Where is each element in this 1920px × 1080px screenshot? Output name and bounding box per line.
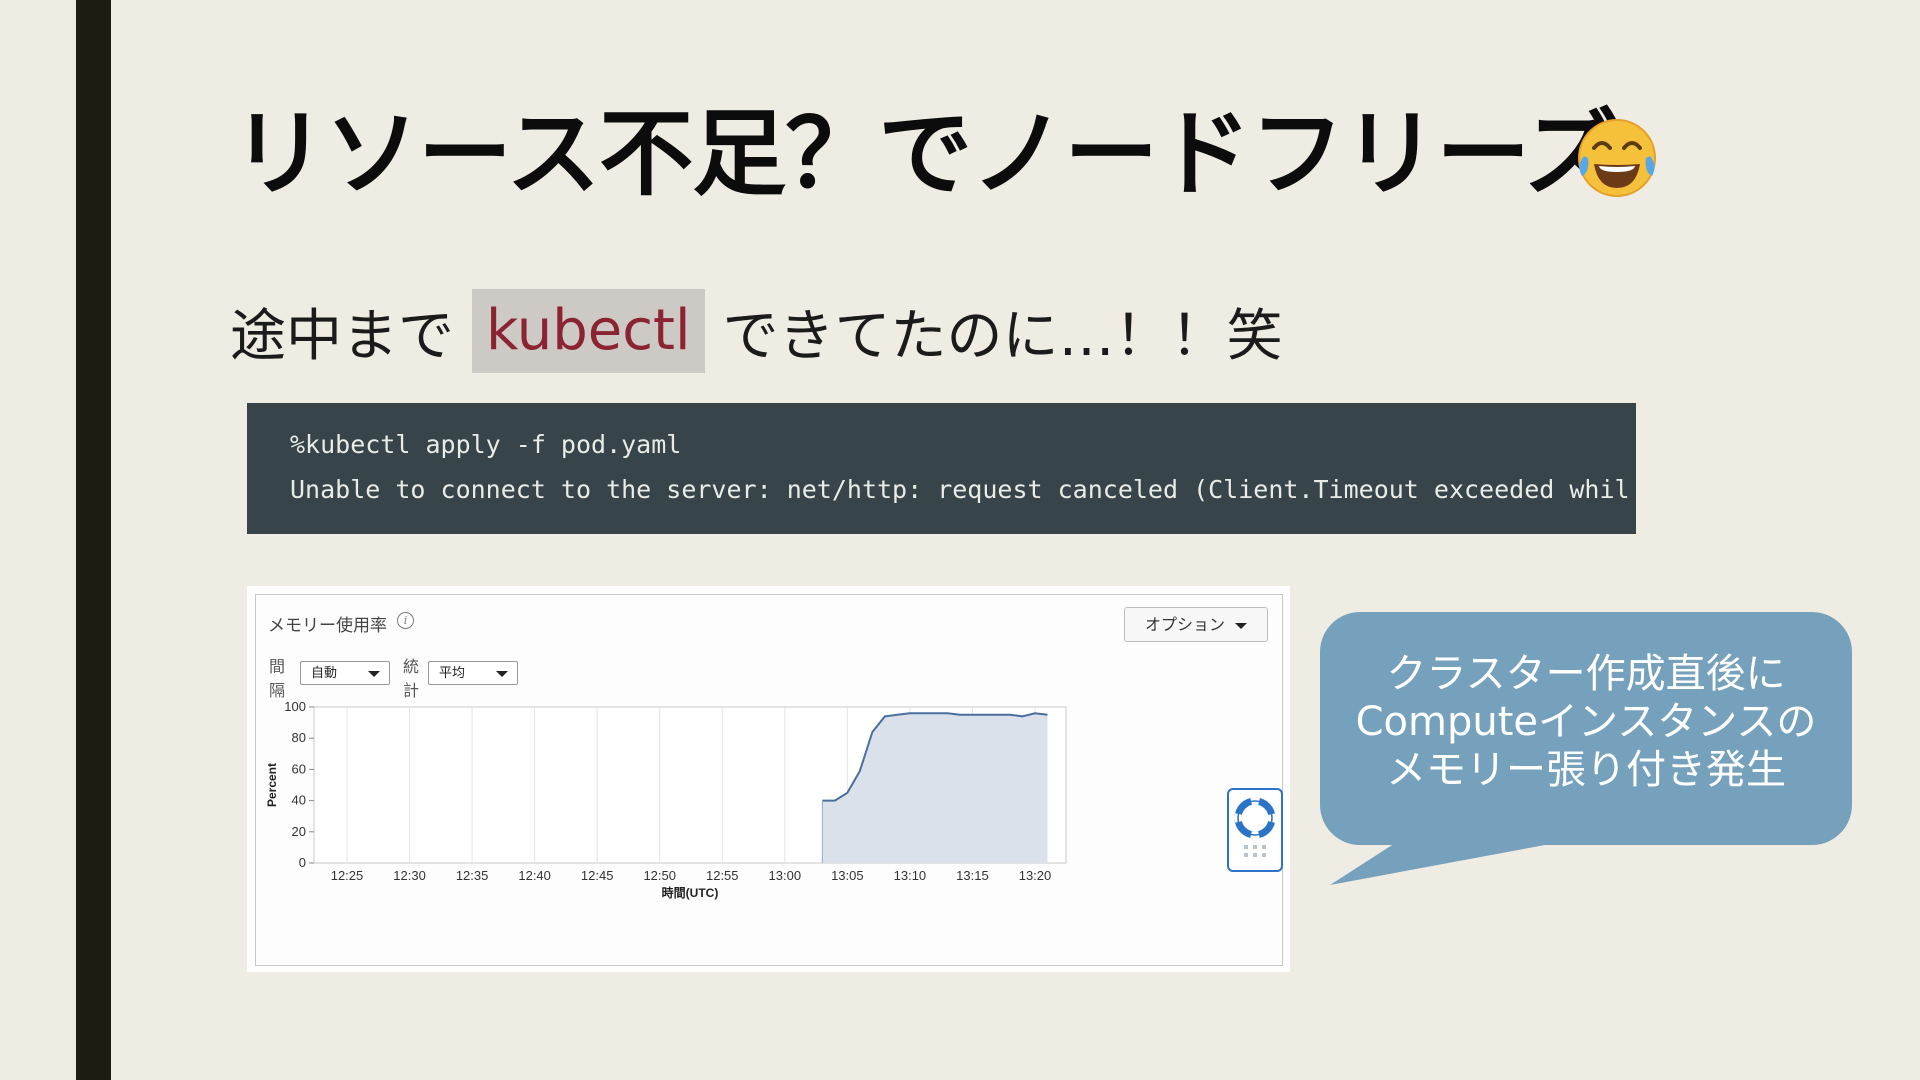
x-tick-label: 12:55 bbox=[706, 868, 739, 883]
subtitle-prefix: 途中まで bbox=[230, 303, 454, 369]
memory-usage-chart: 12:25 12:30 12:35 12:40 12:45 12:50 12:55 13:00… bbox=[265, 699, 1067, 900]
lifebuoy-icon bbox=[1234, 797, 1276, 857]
left-accent-bar bbox=[76, 0, 111, 1080]
x-tick-label: 13:05 bbox=[831, 868, 864, 883]
bubble-line-2: Computeインスタンスの bbox=[1355, 699, 1817, 745]
code-line-error: Unable to connect to the server: net/htt… bbox=[290, 475, 1630, 504]
speech-bubble-text: クラスター作成直後に Computeインスタンスの メモリー張り付き発生 bbox=[1320, 650, 1852, 794]
help-widget[interactable] bbox=[1227, 788, 1283, 872]
y-tick-label: 100 bbox=[284, 699, 306, 714]
x-axis-label: 時間(UTC) bbox=[662, 885, 719, 900]
y-axis-label: Percent bbox=[265, 763, 279, 807]
subtitle-suffix: できてたのに…！！笑 bbox=[722, 303, 1283, 369]
x-tick-label: 12:40 bbox=[518, 868, 551, 883]
y-tick-label: 0 bbox=[299, 855, 306, 870]
terminal-code-block: %kubectl apply -f pod.yaml Unable to con… bbox=[247, 403, 1636, 534]
x-tick-label: 13:00 bbox=[769, 868, 802, 883]
bubble-line-1: クラスター作成直後に bbox=[1386, 651, 1786, 697]
slide-title: リソース不足？でノードフリーズ bbox=[232, 100, 1619, 209]
slide-subtitle: 途中まで kubectl できてたのに…！！笑 bbox=[230, 288, 1283, 374]
y-tick-label: 80 bbox=[292, 730, 306, 745]
x-tick-label: 12:25 bbox=[331, 868, 364, 883]
memory-usage-console-screenshot: メモリー使用率 i オプション 間 隔 自動 統 計 平均 12:25 12:30… bbox=[247, 586, 1290, 972]
x-tick-label: 12:45 bbox=[581, 868, 614, 883]
code-line-command: %kubectl apply -f pod.yaml bbox=[290, 430, 682, 459]
x-tick-label: 12:30 bbox=[393, 868, 426, 883]
y-tick-label: 40 bbox=[292, 793, 306, 808]
x-tick-label: 12:50 bbox=[643, 868, 676, 883]
x-tick-label: 13:10 bbox=[894, 868, 927, 883]
y-tick-label: 20 bbox=[292, 824, 306, 839]
x-tick-label: 12:35 bbox=[456, 868, 489, 883]
face-with-tears-of-joy-icon bbox=[1572, 114, 1662, 200]
y-tick-label: 60 bbox=[292, 761, 306, 776]
metrics-panel: メモリー使用率 i オプション 間 隔 自動 統 計 平均 12:25 12:30… bbox=[255, 594, 1283, 966]
x-tick-label: 13:15 bbox=[956, 868, 989, 883]
inline-code-kubectl: kubectl bbox=[472, 288, 705, 374]
x-tick-label: 13:20 bbox=[1019, 868, 1052, 883]
bubble-line-3: メモリー張り付き発生 bbox=[1386, 747, 1786, 793]
